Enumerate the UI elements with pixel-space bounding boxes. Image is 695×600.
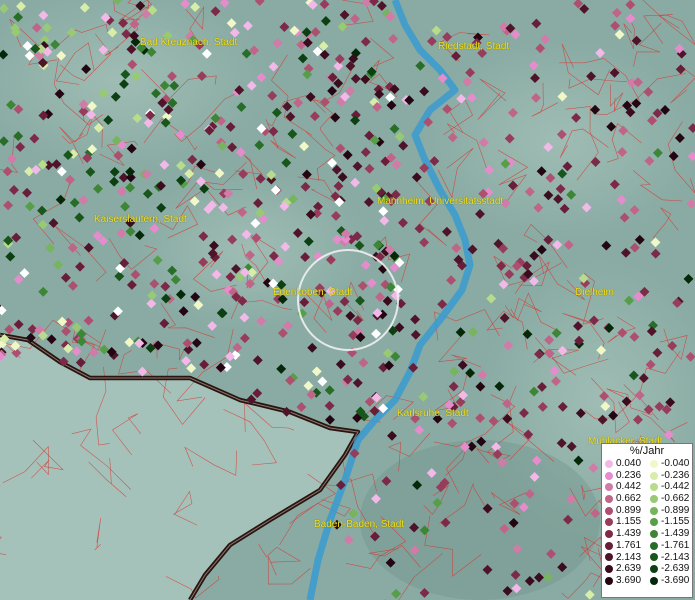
legend-entry-positive: 0.899 [602,505,647,517]
legend-value: -0.040 [661,458,690,469]
legend-value: 0.442 [616,481,642,493]
legend-value: -1.155 [661,516,690,528]
legend-swatch-dot [605,459,613,468]
legend: %/Jahr 0.040 -0.040 0.236 -0.236 0.442 -0.442… [601,443,693,598]
legend-rows: 0.040 -0.040 0.236 -0.236 0.442 -0.442 0.662 -0… [602,458,692,587]
city-label-baden-baden: Baden-Baden, Stadt [314,519,405,530]
legend-entry-negative: -0.662 [647,493,692,505]
legend-value: 2.639 [616,563,642,575]
city-label-mannheim: Mannheim, Universitätsstadt [377,196,504,207]
legend-value: 0.899 [616,504,642,516]
legend-entry-positive: 1.761 [602,540,647,552]
legend-entry-negative: -0.040 [647,458,692,470]
legend-row: 2.639 -2.639 [602,563,692,575]
legend-entry-negative: -1.761 [647,540,692,552]
legend-entry-negative: -2.639 [647,563,692,575]
legend-row: 0.442 -0.442 [602,481,692,493]
legend-swatch-dot [650,553,658,562]
legend-entry-negative: -0.899 [647,505,692,517]
city-label-bad-kreuznach: Bad Kreuznach, Stadt [140,37,238,48]
legend-row: 1.761 -1.761 [602,540,692,552]
legend-swatch-dot [650,506,658,515]
city-label-karlsruhe: Karlsruhe, Stadt [397,408,469,419]
legend-swatch-dot [650,471,658,480]
legend-value: 1.155 [616,516,642,528]
legend-swatch-dot [605,565,613,574]
legend-value: -3.690 [661,574,690,586]
legend-entry-positive: 0.442 [602,481,647,493]
legend-swatch-dot [650,459,658,468]
legend-row: 0.662 -0.662 [602,493,692,505]
legend-entry-positive: 0.236 [602,470,647,482]
legend-entry-negative: -0.236 [647,470,692,482]
legend-row: 1.439 -1.439 [602,528,692,540]
legend-swatch-dot [650,483,658,492]
legend-swatch-dot [650,576,658,585]
legend-row: 1.155 -1.155 [602,516,692,528]
legend-entry-negative: -0.442 [647,481,692,493]
legend-entry-positive: 3.690 [602,575,647,587]
legend-entry-positive: 0.040 [602,458,647,470]
legend-value: -1.761 [661,539,690,551]
legend-value: 0.662 [616,493,642,505]
city-label-kaiserslautern: Kaiserslautern, Stadt [94,214,187,225]
legend-row: 2.143 -2.143 [602,552,692,564]
legend-entry-positive: 1.439 [602,528,647,540]
legend-value: -1.439 [661,528,690,540]
legend-entry-positive: 0.662 [602,493,647,505]
legend-swatch-dot [605,483,613,492]
legend-value: 3.690 [616,574,642,586]
legend-swatch-dot [650,518,658,527]
legend-swatch-dot [650,565,658,574]
legend-entry-negative: -2.143 [647,552,692,564]
legend-swatch-dot [605,541,613,550]
legend-entry-positive: 2.639 [602,563,647,575]
map-canvas[interactable] [0,0,695,600]
legend-value: -0.899 [661,504,690,516]
legend-value: 1.439 [616,528,642,540]
legend-entry-negative: -1.439 [647,528,692,540]
legend-value: 0.236 [616,469,642,481]
legend-value: -2.639 [661,563,690,575]
legend-swatch-dot [605,518,613,527]
legend-entry-positive: 2.143 [602,552,647,564]
legend-value: 2.143 [616,551,642,563]
legend-swatch-dot [650,494,658,503]
legend-swatch-dot [605,494,613,503]
legend-value: -0.662 [661,493,690,505]
legend-row: 0.040 -0.040 [602,458,692,470]
legend-value: -0.236 [661,469,690,481]
legend-row: 3.690 -3.690 [602,575,692,587]
legend-entry-negative: -1.155 [647,516,692,528]
legend-entry-negative: -3.690 [647,575,692,587]
city-label-dielheim: Dielheim [575,287,614,298]
legend-value: -0.442 [661,481,690,493]
legend-swatch-dot [605,553,613,562]
legend-row: 0.236 -0.236 [602,470,692,482]
legend-value: -2.143 [661,551,690,563]
legend-entry-positive: 1.155 [602,516,647,528]
legend-title: %/Jahr [629,445,665,457]
legend-value: 1.761 [616,539,642,551]
legend-swatch-dot [650,541,658,550]
legend-row: 0.899 -0.899 [602,505,692,517]
legend-value: 0.040 [616,458,642,469]
city-label-edenkoben: Edenkoben, Stadt [273,287,353,298]
legend-swatch-dot [605,506,613,515]
legend-swatch-dot [605,576,613,585]
legend-swatch-dot [605,529,613,538]
legend-swatch-dot [650,529,658,538]
city-label-riedstadt: Riedstadt, Stadt [438,41,510,52]
legend-swatch-dot [605,471,613,480]
